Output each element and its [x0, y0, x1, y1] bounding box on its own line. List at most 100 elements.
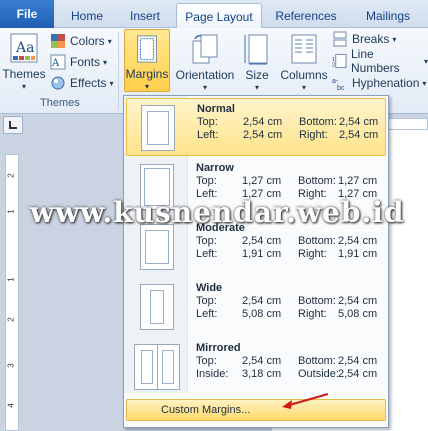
- margin-option-name: Wide: [196, 282, 223, 294]
- margin-label: Top:: [197, 116, 218, 128]
- annotation-arrow-icon: [282, 393, 329, 409]
- margin-value: 2,54 cm: [243, 116, 283, 128]
- size-label: Size: [245, 68, 269, 82]
- margin-value: 5,08 cm: [338, 308, 378, 320]
- margin-value: 2,54 cm: [339, 129, 379, 141]
- margin-label: Top:: [196, 295, 217, 307]
- effects-button[interactable]: Effects ▾: [50, 73, 113, 93]
- fonts-label: Fonts: [70, 55, 101, 69]
- colors-icon: [51, 34, 65, 48]
- custom-margins-label: Custom Margins...: [161, 404, 251, 416]
- normal-margins-icon: [141, 105, 175, 151]
- colors-label: Colors: [70, 34, 105, 48]
- margin-label: Inside:: [196, 368, 229, 380]
- margin-value: 1,27 cm: [242, 175, 282, 187]
- orientation-icon: [192, 34, 218, 64]
- columns-caret: ▾: [301, 83, 306, 92]
- margin-label: Bottom:: [298, 175, 336, 187]
- margin-value: 2,54 cm: [338, 295, 378, 307]
- margin-value: 2,54 cm: [338, 368, 378, 380]
- margin-label: Top:: [196, 235, 217, 247]
- themes-icon: Aa: [10, 33, 38, 63]
- margin-option-mirrored[interactable]: Mirrored Top: 2,54 cm Bottom: 2,54 cm In…: [126, 338, 386, 396]
- ruler-number: 3: [6, 363, 16, 368]
- margin-value: 1,27 cm: [338, 175, 378, 187]
- ruler-number: 2: [6, 317, 16, 322]
- margin-label: Bottom:: [298, 355, 336, 367]
- vertical-ruler[interactable]: 2 1 1 2 3 4: [5, 154, 19, 431]
- tab-selector-button[interactable]: [3, 116, 23, 134]
- svg-text:A: A: [51, 58, 60, 69]
- margin-value: 3,18 cm: [242, 368, 282, 380]
- margin-option-name: Mirrored: [196, 342, 241, 354]
- svg-text:bc: bc: [337, 85, 345, 91]
- mirrored-margins-icon: [134, 344, 180, 390]
- fonts-caret: ▾: [103, 57, 108, 67]
- custom-margins-button[interactable]: Custom Margins...: [126, 399, 386, 421]
- fonts-button[interactable]: A Fonts ▾: [50, 52, 107, 72]
- breaks-button[interactable]: Breaks ▾: [332, 29, 396, 49]
- margin-value: 1,91 cm: [338, 248, 378, 260]
- line-numbers-icon: 12: [332, 53, 347, 69]
- line-numbers-label: Line Numbers: [350, 47, 400, 75]
- hyphenation-label: Hyphenation: [352, 76, 420, 90]
- fonts-icon: A: [50, 54, 66, 70]
- breaks-label: Breaks: [352, 32, 390, 46]
- themes-button[interactable]: Aa Themes ▾: [2, 32, 46, 91]
- tab-references[interactable]: References: [266, 3, 346, 28]
- margin-label: Left:: [196, 308, 218, 320]
- margin-value: 2,54 cm: [242, 235, 282, 247]
- hyphenation-button[interactable]: a-bc Hyphenation ▾: [332, 73, 426, 93]
- moderate-margins-icon: [140, 224, 174, 270]
- wide-margins-icon: [140, 284, 174, 330]
- size-icon: [244, 34, 268, 65]
- margin-option-wide[interactable]: Wide Top: 2,54 cm Bottom: 2,54 cm Left: …: [126, 278, 386, 336]
- themes-group-label: Themes: [40, 97, 80, 109]
- margins-button[interactable]: Margins ▾: [124, 29, 170, 92]
- ribbon-separator: [118, 32, 119, 110]
- margin-option-name: Normal: [197, 103, 235, 115]
- margins-dropdown-menu: Normal Top: 2,54 cm Bottom: 2,54 cm Left…: [123, 95, 389, 428]
- themes-label: Themes: [2, 67, 46, 81]
- size-button[interactable]: Size ▾: [240, 33, 274, 92]
- colors-caret: ▾: [107, 36, 112, 46]
- margin-label: Left:: [197, 129, 219, 141]
- margin-value: 2,54 cm: [242, 355, 282, 367]
- margins-label: Margins: [125, 67, 169, 81]
- margin-value: 2,54 cm: [338, 355, 378, 367]
- margin-option-name: Narrow: [196, 162, 234, 174]
- effects-icon: [51, 76, 65, 90]
- margin-option-normal[interactable]: Normal Top: 2,54 cm Bottom: 2,54 cm Left…: [126, 98, 386, 156]
- columns-button[interactable]: Columns ▾: [280, 33, 328, 92]
- tab-home[interactable]: Home: [58, 3, 116, 28]
- margins-caret: ▾: [144, 82, 149, 91]
- tab-file[interactable]: File: [0, 0, 54, 28]
- breaks-icon: [333, 31, 347, 47]
- margin-label: Bottom:: [298, 295, 336, 307]
- orientation-button[interactable]: Orientation ▾: [174, 33, 236, 92]
- effects-label: Effects: [70, 76, 107, 90]
- margins-icon: [137, 35, 157, 63]
- colors-button[interactable]: Colors ▾: [50, 31, 112, 51]
- breaks-caret: ▾: [392, 34, 397, 44]
- margin-label: Outside:: [298, 368, 339, 380]
- themes-caret: ▾: [21, 82, 26, 91]
- margin-label: Bottom:: [299, 116, 337, 128]
- margin-label: Left:: [196, 248, 218, 260]
- margin-label: Top:: [196, 175, 217, 187]
- hyphenation-icon: a-bc: [332, 78, 345, 91]
- effects-caret: ▾: [109, 78, 114, 88]
- size-caret: ▾: [254, 83, 259, 92]
- margin-label: Right:: [298, 248, 327, 260]
- ruler-number: 4: [6, 403, 16, 408]
- ruler-number: 1: [6, 277, 16, 282]
- tab-mailings[interactable]: Mailings: [350, 3, 426, 28]
- tab-insert[interactable]: Insert: [118, 3, 172, 28]
- tab-page-layout[interactable]: Page Layout: [176, 3, 262, 29]
- margin-value: 2,54 cm: [242, 295, 282, 307]
- horizontal-ruler[interactable]: [386, 118, 428, 130]
- left-tab-icon: [9, 121, 17, 129]
- hyphenation-caret: ▾: [422, 78, 427, 88]
- line-numbers-button[interactable]: 12 Line Numbers ▾: [332, 47, 428, 75]
- svg-text:2: 2: [332, 63, 335, 69]
